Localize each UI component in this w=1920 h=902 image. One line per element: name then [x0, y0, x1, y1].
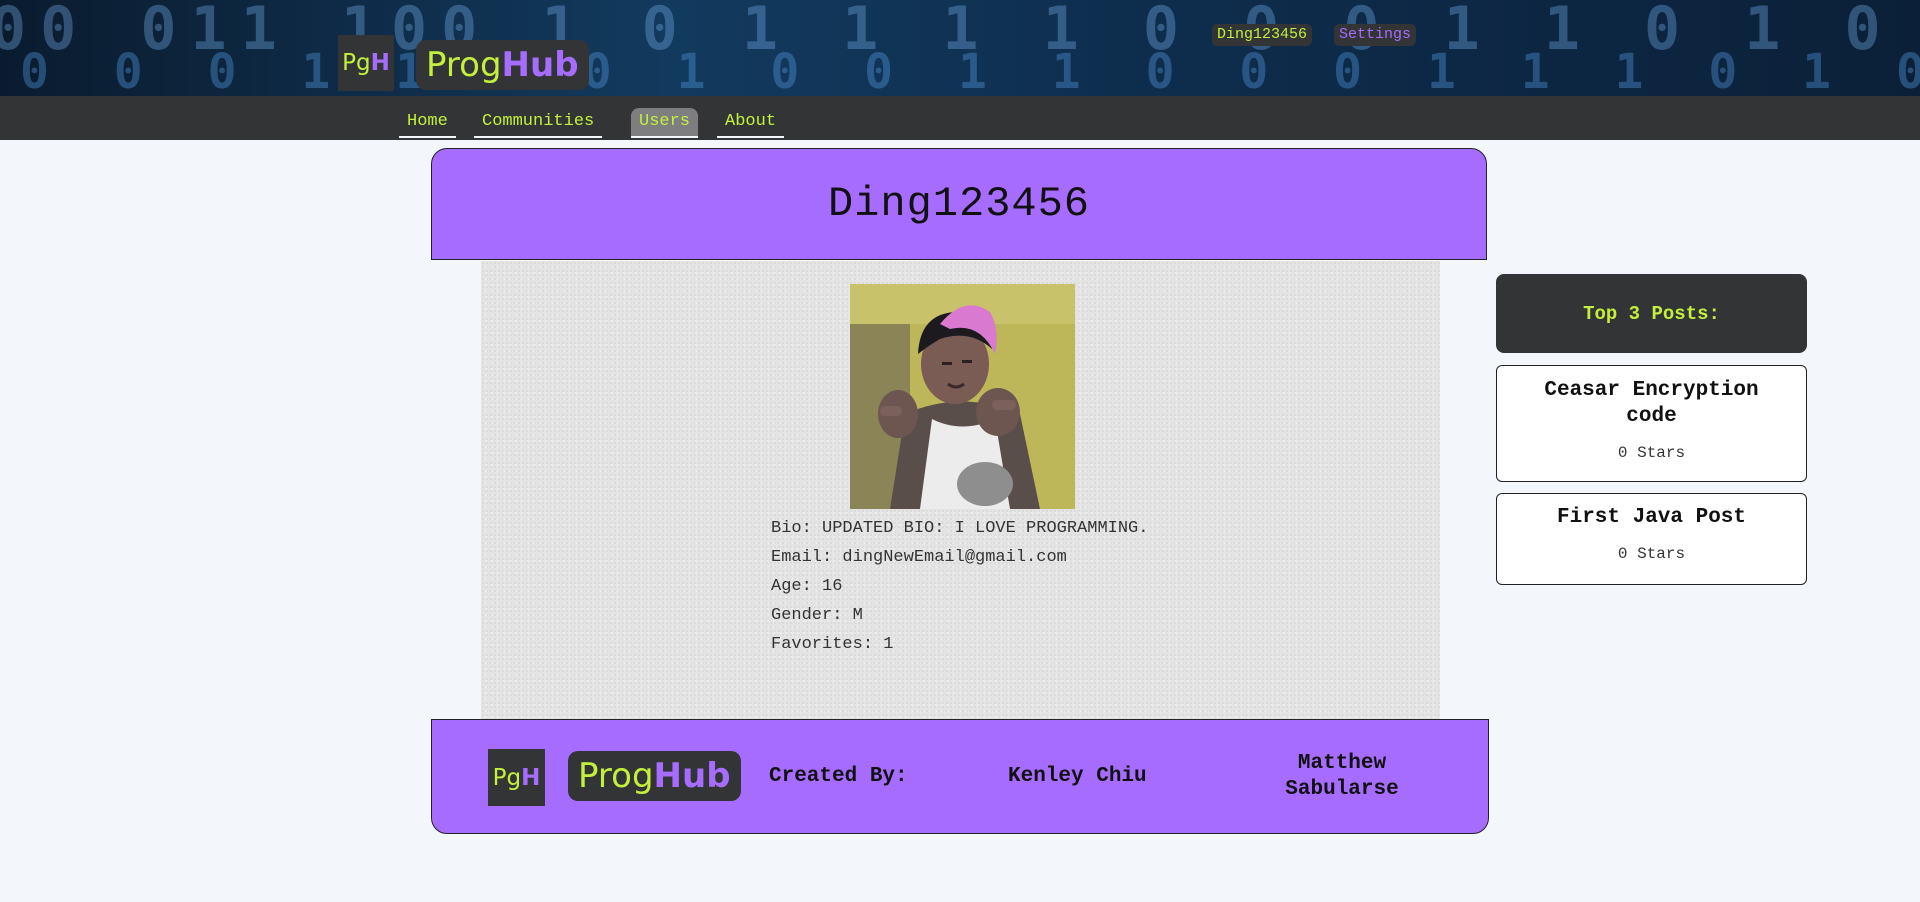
- binary-row-2: 0 0 0 1 1 1 0 1 0 0 1 1 0 0 0 1 1 1 0 1 …: [20, 44, 1920, 96]
- logo-short-h: H: [370, 50, 390, 76]
- footer-logo-short-pg: Pg: [492, 764, 522, 791]
- footer-created-by: Created By:: [769, 765, 908, 788]
- post-card[interactable]: Ceasar Encryption code 0 Stars: [1496, 365, 1807, 482]
- current-user-link[interactable]: Ding123456: [1212, 24, 1313, 46]
- footer-author-1: Kenley Chiu: [1008, 765, 1147, 788]
- logo-word-prog: Prog: [426, 45, 502, 85]
- profile-title-card: Ding123456: [431, 148, 1487, 260]
- profile-email: Email: dingNewEmail@gmail.com: [771, 548, 1067, 567]
- nav-about[interactable]: About: [717, 108, 785, 138]
- avatar-image: [850, 284, 1075, 509]
- profile-favorites: Favorites: 1: [771, 635, 894, 654]
- profile-bio: Bio: UPDATED BIO: I LOVE PROGRAMMING.: [771, 519, 1149, 538]
- footer-logo-icon[interactable]: Pg H: [488, 749, 545, 806]
- avatar: [850, 284, 1075, 509]
- profile-age: Age: 16: [771, 577, 843, 596]
- logo-word-hub: Hub: [501, 45, 579, 85]
- footer-logo-wordmark[interactable]: Prog Hub: [568, 751, 741, 801]
- nav-home[interactable]: Home: [399, 108, 456, 138]
- profile-gender: Gender: M: [771, 606, 863, 625]
- logo-icon[interactable]: Pg H: [338, 35, 394, 91]
- post-stars: 0 Stars: [1617, 545, 1686, 563]
- footer-author-2: Matthew Sabularse: [1285, 752, 1399, 801]
- nav-communities[interactable]: Communities: [474, 108, 603, 138]
- footer-logo-word-prog: Prog: [578, 756, 654, 796]
- profile-username: Ding123456: [827, 180, 1091, 228]
- post-title[interactable]: First Java Post: [1497, 505, 1806, 531]
- nav-users[interactable]: Users: [631, 108, 699, 138]
- logo-wordmark[interactable]: Prog Hub: [416, 40, 589, 90]
- post-card[interactable]: First Java Post 0 Stars: [1496, 493, 1807, 585]
- main-nav: Home Communities Users About: [0, 96, 1920, 140]
- logo-short-pg: Pg: [342, 50, 371, 76]
- footer: Pg H Prog Hub Created By: Kenley Chiu Matt…: [431, 719, 1489, 834]
- post-stars: 0 Stars: [1617, 444, 1686, 462]
- settings-link[interactable]: Settings: [1334, 24, 1417, 46]
- binary-background: 00 011 100 1 0 1 1 1 1 0 0 0 1 1 0 1 0 1…: [0, 0, 1920, 96]
- footer-logo-short-h: H: [521, 764, 541, 791]
- top-posts-heading: Top 3 Posts:: [1496, 274, 1807, 353]
- footer-logo-word-hub: Hub: [653, 756, 731, 796]
- header-banner: 00 011 100 1 0 1 1 1 1 0 0 0 1 1 0 1 0 1…: [0, 0, 1920, 96]
- post-title[interactable]: Ceasar Encryption code: [1497, 378, 1806, 430]
